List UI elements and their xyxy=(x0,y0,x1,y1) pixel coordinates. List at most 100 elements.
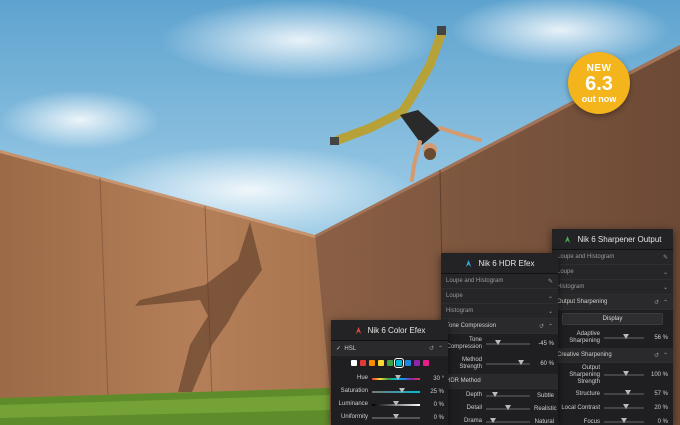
slider-thumb[interactable] xyxy=(625,390,631,395)
sharpener-output-panel: Nik 6 Sharpener Output Loupe and Histogr… xyxy=(552,229,673,425)
reset-icon[interactable]: ↺ xyxy=(654,352,659,359)
section-histogram[interactable]: Histogram ⌄ xyxy=(441,304,558,319)
badge-new-label: NEW xyxy=(586,62,612,74)
color-swatch[interactable] xyxy=(422,360,429,366)
slider-label: Local Contrast xyxy=(561,404,600,411)
slider-label: Drama xyxy=(463,418,482,424)
slider-thumb[interactable] xyxy=(489,417,496,423)
section-histogram[interactable]: Histogram ⌄ xyxy=(552,280,673,295)
chevron-up-icon[interactable]: ⌃ xyxy=(663,299,668,306)
chevron-down-icon[interactable]: ⌄ xyxy=(663,269,668,276)
reset-icon[interactable]: ↺ xyxy=(429,345,434,352)
slider-label: Saturation xyxy=(340,388,368,394)
color-swatch[interactable] xyxy=(413,360,420,366)
slider-thumb[interactable] xyxy=(623,371,629,376)
color-efex-panel: Nik 6 Color Efex ✓ HSL ↺ ⌃ Hue 30 ° Saturati… xyxy=(331,320,448,425)
color-swatch[interactable] xyxy=(377,360,384,366)
reset-icon[interactable]: ↺ xyxy=(539,323,544,330)
color-swatch[interactable] xyxy=(393,358,404,368)
section-loupe[interactable]: Loupe ⌄ xyxy=(552,265,673,280)
slider-thumb[interactable] xyxy=(491,391,498,397)
slider-thumb[interactable] xyxy=(495,340,502,345)
slider-track[interactable] xyxy=(372,400,420,406)
slider-thumb[interactable] xyxy=(393,400,399,406)
section-output-sharpening[interactable]: Output Sharpening ↺ ⌃ xyxy=(552,295,673,310)
slider-value: 0 % xyxy=(433,414,444,421)
pin-icon[interactable]: ✎ xyxy=(548,278,553,285)
check-icon[interactable]: ✓ xyxy=(336,346,341,352)
display-dropdown[interactable]: Display xyxy=(562,313,663,325)
section-loupe-histogram[interactable]: Loupe and Histogram ✎ xyxy=(552,250,673,265)
section-hdr-method[interactable]: HDR Method xyxy=(441,374,558,389)
slider-thumb[interactable] xyxy=(393,413,399,419)
slider-label: Depth xyxy=(465,392,482,398)
new-version-badge[interactable]: NEW 6.3 out now xyxy=(568,52,630,114)
color-swatch[interactable] xyxy=(359,360,366,366)
slider-track[interactable] xyxy=(486,391,530,397)
slider-row: Structure 57 % xyxy=(552,387,673,401)
slider-row: Tone Compression -45 % xyxy=(441,334,558,354)
slider-track[interactable] xyxy=(486,360,530,365)
slider-value: 0 % xyxy=(433,401,444,408)
section-hsl[interactable]: ✓ HSL ↺ ⌃ xyxy=(331,341,448,356)
slider-label: Hue xyxy=(356,375,368,381)
slider-thumb[interactable] xyxy=(518,360,525,365)
chevron-down-icon[interactable]: ⌄ xyxy=(548,308,553,315)
slider-track[interactable] xyxy=(604,390,644,395)
slider-value: 0 % xyxy=(657,419,668,425)
reset-icon[interactable]: ↺ xyxy=(654,299,659,306)
slider-thumb[interactable] xyxy=(623,404,629,409)
slider-track[interactable] xyxy=(604,371,644,376)
slider-value: 30 ° xyxy=(433,375,444,382)
slider-track[interactable] xyxy=(486,340,530,345)
slider-thumb[interactable] xyxy=(395,374,402,380)
slider-label: Detail xyxy=(466,405,482,411)
slider-track[interactable] xyxy=(604,404,644,409)
slider-label: Output Sharpening Strength xyxy=(569,364,600,385)
slider-label: Method Strength xyxy=(459,357,482,370)
badge-out-now: out now xyxy=(581,93,617,104)
method-sliders: Depth Subtle Detail Realistic Drama Natural xyxy=(441,389,558,425)
chevron-down-icon[interactable]: ⌄ xyxy=(663,284,668,291)
section-tone-compression[interactable]: Tone Compression ↺ ⌃ xyxy=(441,319,558,334)
chevron-up-icon[interactable]: ⌃ xyxy=(663,352,668,359)
slider-track[interactable] xyxy=(486,404,530,410)
slider-row: Depth Subtle xyxy=(441,389,558,402)
creative-sliders: Output Sharpening Strength 100 % Structure… xyxy=(552,363,673,425)
color-swatch[interactable] xyxy=(386,360,393,366)
slider-thumb[interactable] xyxy=(621,418,627,423)
slider-track[interactable] xyxy=(372,387,420,393)
slider-thumb[interactable] xyxy=(505,404,511,410)
slider-label: Focus xyxy=(583,418,600,425)
slider-thumb[interactable] xyxy=(623,334,630,339)
adaptive-slider[interactable] xyxy=(604,334,644,339)
slider-row: Luminance 0 % xyxy=(331,398,448,411)
slider-row: Focus 0 % xyxy=(552,415,673,425)
color-swatch[interactable] xyxy=(368,360,375,366)
chevron-up-icon[interactable]: ⌃ xyxy=(438,345,443,352)
color-swatch[interactable] xyxy=(404,360,411,366)
slider-track[interactable] xyxy=(372,374,420,380)
section-creative-sharpening[interactable]: Creative Sharpening ↺ ⌃ xyxy=(552,348,673,363)
slider-row: Uniformity 0 % xyxy=(331,411,448,424)
slider-thumb[interactable] xyxy=(398,387,405,393)
panel-title: Nik 6 HDR Efex xyxy=(478,258,535,268)
slider-value: 25 % xyxy=(430,388,444,395)
slider-row: Output Sharpening Strength 100 % xyxy=(552,363,673,387)
chevron-up-icon[interactable]: ⌃ xyxy=(548,323,553,330)
slider-track[interactable] xyxy=(604,418,644,423)
slider-value: -45 % xyxy=(538,341,554,347)
color-swatch[interactable] xyxy=(350,360,357,366)
slider-value: Realistic xyxy=(534,405,557,412)
panel-title-bar: Nik 6 Sharpener Output xyxy=(552,229,673,250)
slider-track[interactable] xyxy=(372,413,420,419)
chevron-down-icon[interactable]: ⌄ xyxy=(548,293,553,300)
pin-icon[interactable]: ✎ xyxy=(663,254,668,261)
slider-row-adaptive: Adaptive Sharpening 56 % xyxy=(552,328,673,348)
hsl-sliders: Hue 30 ° Saturation 25 % Luminance 0 % Uniform… xyxy=(331,372,448,424)
section-loupe-histogram[interactable]: Loupe and Histogram ✎ xyxy=(441,274,558,289)
slider-track[interactable] xyxy=(486,417,530,423)
section-loupe[interactable]: Loupe ⌄ xyxy=(441,289,558,304)
slider-row: Local Contrast 20 % xyxy=(552,401,673,415)
color-swatches xyxy=(331,356,448,372)
